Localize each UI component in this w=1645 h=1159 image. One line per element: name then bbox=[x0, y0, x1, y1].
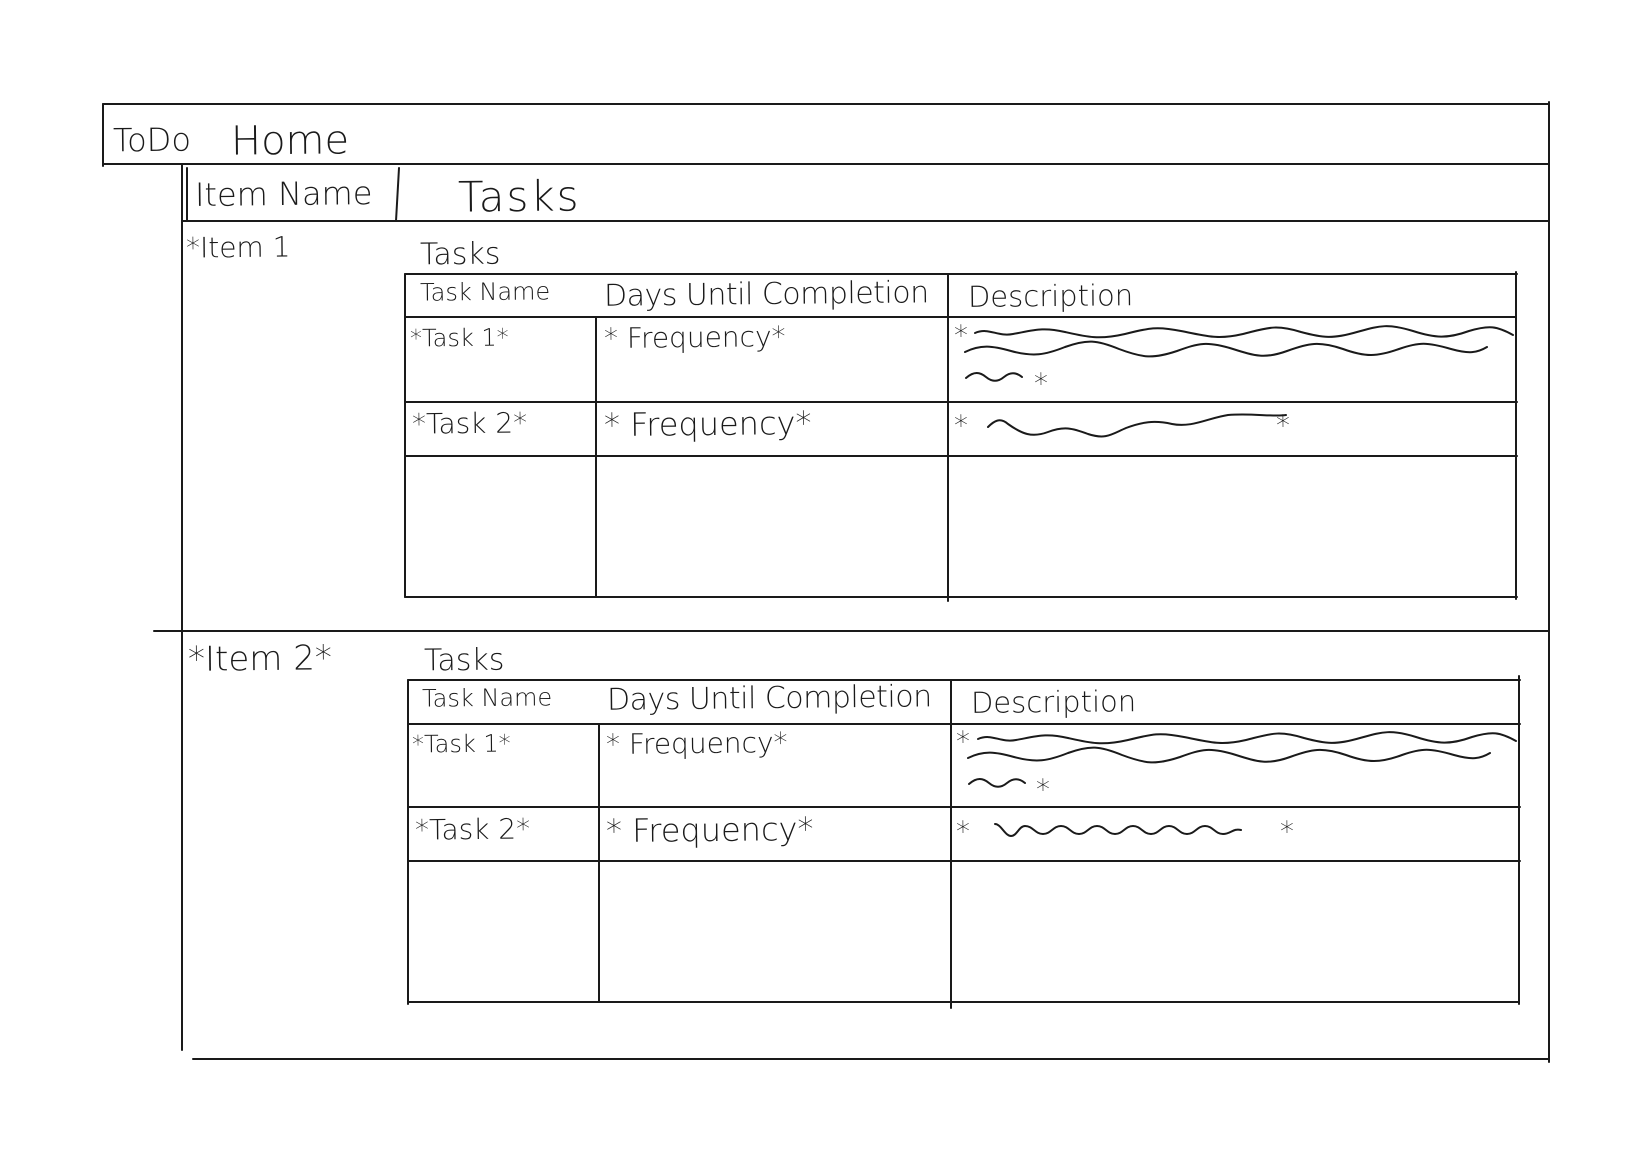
item-2-col-days-until-completion: Days Until Completion bbox=[606, 679, 932, 718]
item-2-row-1-description-start: * bbox=[955, 724, 971, 759]
item-1-row-2-description-end: * bbox=[1275, 408, 1291, 443]
item-2-label[interactable]: *Item 2* bbox=[188, 638, 332, 680]
item-1-label[interactable]: *Item 1 bbox=[186, 230, 291, 264]
item-2-row-1-description-squiggle-b bbox=[967, 746, 1491, 764]
item-1-col-days-until-completion: Days Until Completion bbox=[603, 275, 929, 314]
item-1-row-2-description-start: * bbox=[953, 408, 969, 443]
item-1-row-1-description-squiggle-a bbox=[974, 325, 1514, 339]
item-1-row-2-description-squiggle bbox=[987, 413, 1287, 438]
item-2-tasks-label: Tasks bbox=[423, 642, 505, 679]
item-1-col-description: Description bbox=[967, 278, 1134, 314]
app-title: ToDo bbox=[112, 120, 192, 160]
item-2-row-1-task-name[interactable]: *Task 1* bbox=[412, 729, 511, 758]
item-2-col-task-name: Task Name bbox=[421, 683, 553, 713]
item-1-row-1-description-end: * bbox=[1033, 366, 1049, 401]
home-link[interactable]: Home bbox=[231, 117, 350, 164]
item-1-row-1-days: * Frequency* bbox=[603, 320, 786, 355]
item-1-row-2-days: * Frequency* bbox=[603, 403, 812, 445]
tasks-column-heading: Tasks bbox=[457, 171, 581, 222]
item-1-tasks-label: Tasks bbox=[419, 236, 501, 273]
wireframe-sketch bbox=[102, 101, 1550, 1063]
item-1-row-1-description-squiggle-c bbox=[965, 372, 1023, 382]
item-1-row-1-description-squiggle-b bbox=[964, 340, 1488, 358]
item-2-row-2-days: * Frequency* bbox=[605, 809, 814, 851]
item-2-row-1-days: * Frequency* bbox=[605, 726, 788, 761]
item-2-row-1-description-squiggle-c bbox=[968, 778, 1026, 788]
item-2-row-2-task-name[interactable]: *Task 2* bbox=[415, 812, 530, 846]
item-2-row-1-description-squiggle-a bbox=[977, 731, 1517, 745]
header-column-divider bbox=[395, 167, 400, 222]
item-name-column-heading: Item Name bbox=[194, 174, 373, 214]
item-2-row-2-description-squiggle bbox=[994, 823, 1242, 837]
item-1-row-2-task-name[interactable]: *Task 2* bbox=[412, 406, 527, 440]
item-2-row-1-description-end: * bbox=[1035, 772, 1051, 807]
item-1-row-1-description-start: * bbox=[953, 318, 969, 353]
item-2-row-2-description-end: * bbox=[1279, 814, 1295, 849]
item-2-col-description: Description bbox=[970, 684, 1137, 720]
item-1-row-1-task-name[interactable]: *Task 1* bbox=[410, 323, 509, 352]
item-2-row-2-description-start: * bbox=[955, 814, 971, 849]
item-1-col-task-name: Task Name bbox=[419, 277, 551, 307]
